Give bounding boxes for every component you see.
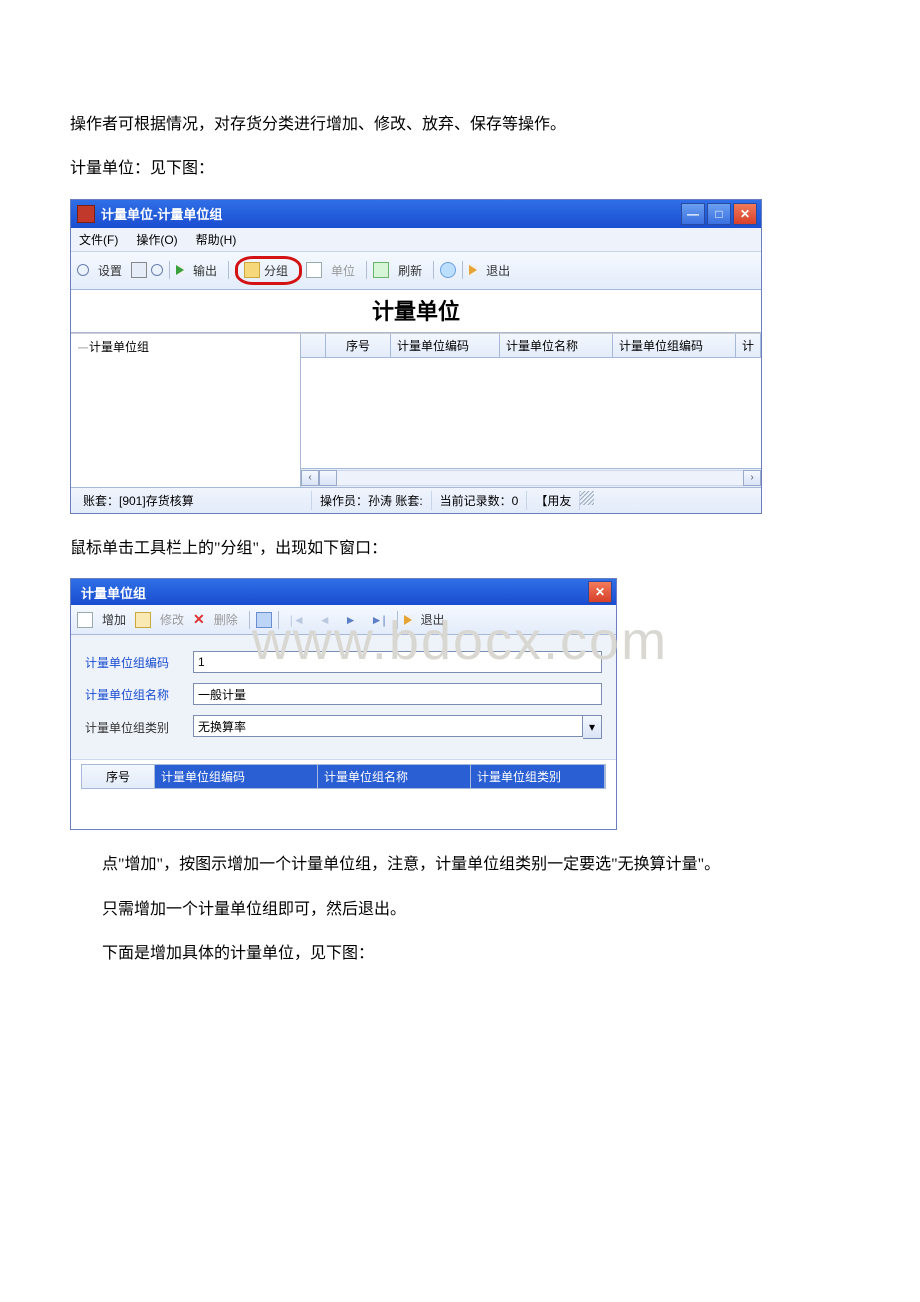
close-button[interactable]: ✕ [588, 581, 612, 603]
page-title: 计量单位 [71, 290, 761, 333]
save-icon[interactable] [256, 612, 272, 628]
search-icon[interactable] [77, 264, 89, 276]
scroll-right-icon[interactable]: › [743, 470, 761, 486]
close-button[interactable]: ✕ [733, 203, 757, 225]
col-group-code[interactable]: 计量单位组编码 [613, 334, 736, 357]
toolbar: 增加 修改 ✕ 删除 |◄ ◄ ► ►| 退出 [71, 605, 616, 635]
menu-operate[interactable]: 操作(O) [136, 231, 177, 248]
exit-button[interactable]: 退出 [481, 260, 515, 281]
exit-icon [404, 615, 412, 625]
paragraph: 计量单位：见下图： [70, 154, 850, 184]
paragraph: 只需增加一个计量单位组即可，然后退出。 [70, 895, 850, 925]
paragraph: 鼠标单击工具栏上的"分组"，出现如下窗口： [70, 534, 850, 564]
app-icon [77, 205, 95, 223]
grid-panel: 序号 计量单位编码 计量单位名称 计量单位组编码 计 ‹ › [301, 334, 761, 487]
status-operator: 操作员：孙涛 账套: [312, 491, 432, 510]
status-brand: 【用友 [527, 491, 580, 510]
window-measure-unit: 计量单位-计量单位组 — □ ✕ 文件(F) 操作(O) 帮助(H) 设置 输出… [70, 199, 762, 514]
status-records: 当前记录数：0 [432, 491, 528, 510]
status-bar: 账套：[901]存货核算 操作员：孙涛 账套: 当前记录数：0 【用友 [71, 487, 761, 513]
add-button[interactable]: 增加 [97, 609, 131, 630]
select-group-type[interactable]: 无换算率 [193, 715, 583, 737]
delete-button[interactable]: 删除 [209, 609, 243, 630]
nav-first-icon[interactable]: |◄ [285, 611, 310, 629]
group-button[interactable]: 分组 [260, 260, 293, 281]
grid-body [301, 358, 761, 468]
add-icon [77, 612, 93, 628]
paragraph: 操作者可根据情况，对存货分类进行增加、修改、放弃、保存等操作。 [70, 110, 850, 140]
nav-prev-icon[interactable]: ◄ [314, 611, 336, 629]
output-icon [176, 265, 184, 275]
col-group-name[interactable]: 计量单位组名称 [318, 765, 471, 788]
nav-next-icon[interactable]: ► [340, 611, 362, 629]
form-panel: 计量单位组编码 1 计量单位组名称 一般计量 计量单位组类别 无换算率 ▾ [71, 635, 616, 760]
grid-header: 序号 计量单位组编码 计量单位组名称 计量单位组类别 [81, 764, 606, 789]
input-group-code[interactable]: 1 [193, 651, 602, 673]
col-seq[interactable]: 序号 [326, 334, 391, 357]
preview-icon[interactable] [151, 264, 163, 276]
status-account: 账套：[901]存货核算 [75, 491, 312, 510]
col-name[interactable]: 计量单位名称 [500, 334, 613, 357]
folder-icon [244, 262, 260, 278]
paragraph: 点"增加"，按图示增加一个计量单位组，注意，计量单位组类别一定要选"无换算计量"… [70, 850, 850, 880]
tree-root-item[interactable]: 计量单位组 [77, 338, 294, 355]
menu-help[interactable]: 帮助(H) [196, 231, 237, 248]
label-group-code: 计量单位组编码 [85, 654, 185, 671]
unit-button[interactable]: 单位 [326, 260, 360, 281]
scroll-thumb[interactable] [319, 470, 337, 486]
grid-panel: 序号 计量单位组编码 计量单位组名称 计量单位组类别 [71, 760, 616, 829]
print-icon[interactable] [131, 262, 147, 278]
menu-bar: 文件(F) 操作(O) 帮助(H) [71, 228, 761, 252]
window-measure-unit-group: 计量单位组 ✕ 增加 修改 ✕ 删除 |◄ ◄ ► ►| 退出 计量单位组编码 [70, 578, 617, 830]
settings-button[interactable]: 设置 [93, 260, 127, 281]
grid-header: 序号 计量单位编码 计量单位名称 计量单位组编码 计 [301, 334, 761, 358]
col-seq[interactable]: 序号 [82, 765, 155, 788]
paragraph: 下面是增加具体的计量单位，见下图： [70, 939, 850, 969]
col-group-type[interactable]: 计量单位组类别 [471, 765, 605, 788]
col-code[interactable]: 计量单位编码 [391, 334, 500, 357]
unit-icon [306, 262, 322, 278]
label-group-type: 计量单位组类别 [85, 719, 185, 736]
help-icon[interactable] [440, 262, 456, 278]
edit-button[interactable]: 修改 [155, 609, 189, 630]
label-group-name: 计量单位组名称 [85, 686, 185, 703]
window-title: 计量单位组 [81, 583, 146, 602]
maximize-button[interactable]: □ [707, 203, 731, 225]
chevron-down-icon[interactable]: ▾ [583, 715, 602, 739]
menu-file[interactable]: 文件(F) [79, 231, 118, 248]
window-title: 计量单位-计量单位组 [101, 204, 222, 223]
refresh-button[interactable]: 刷新 [393, 260, 427, 281]
output-button[interactable]: 输出 [188, 260, 222, 281]
exit-icon [469, 265, 477, 275]
edit-icon [135, 612, 151, 628]
tree-panel: 计量单位组 [71, 334, 301, 487]
col-extra[interactable]: 计 [736, 334, 761, 357]
col-group-code[interactable]: 计量单位组编码 [155, 765, 318, 788]
resize-grip-icon[interactable] [580, 491, 594, 505]
nav-last-icon[interactable]: ►| [366, 611, 391, 629]
exit-button[interactable]: 退出 [416, 609, 450, 630]
minimize-button[interactable]: — [681, 203, 705, 225]
group-button-highlight: 分组 [235, 256, 302, 285]
scroll-left-icon[interactable]: ‹ [301, 470, 319, 486]
input-group-name[interactable]: 一般计量 [193, 683, 602, 705]
horizontal-scrollbar[interactable]: ‹ › [301, 468, 761, 487]
toolbar: 设置 输出 分组 单位 刷新 退出 [71, 252, 761, 290]
delete-icon: ✕ [193, 611, 205, 628]
title-bar: 计量单位-计量单位组 — □ ✕ [71, 200, 761, 228]
title-bar: 计量单位组 ✕ [71, 579, 616, 605]
refresh-icon [373, 262, 389, 278]
